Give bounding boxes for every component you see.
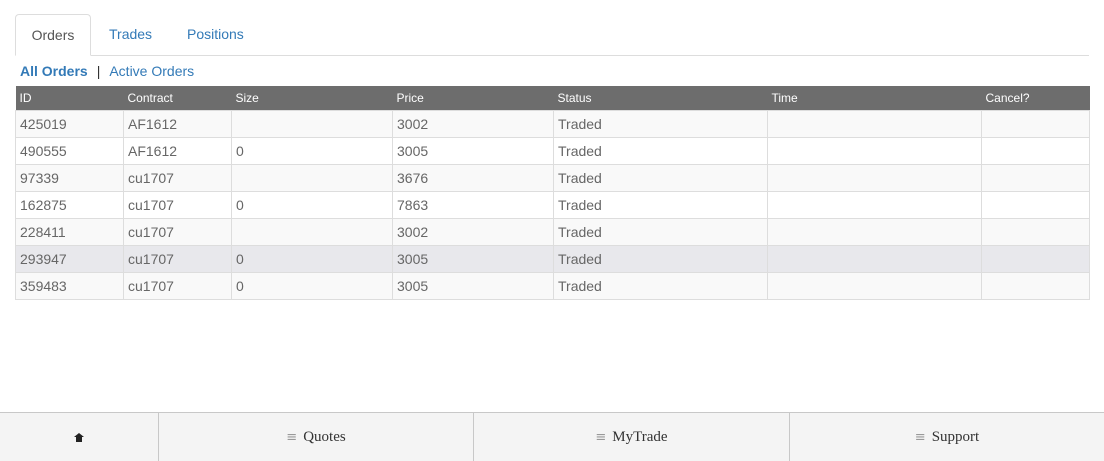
cell-cancel[interactable] [981,109,1090,138]
table-row[interactable]: 162875 cu1707 0 7863 Traded [15,190,1090,219]
cell-cancel[interactable] [981,136,1090,165]
cell-contract: cu1707 [123,217,232,246]
cell-time [767,163,982,192]
cell-time [767,190,982,219]
cell-contract: cu1707 [123,271,232,300]
tab-bar: Orders Trades Positions [15,14,1089,56]
cell-size: 0 [231,190,393,219]
cell-price: 3005 [392,136,554,165]
orders-app: Orders Trades Positions All Orders | Activ… [0,0,1104,461]
table-row[interactable]: 293947 cu1707 0 3005 Traded [15,244,1090,273]
cell-id: 293947 [15,244,124,273]
cell-status: Traded [553,190,768,219]
cell-contract: cu1707 [123,244,232,273]
table-row[interactable]: 359483 cu1707 0 3005 Traded [15,271,1090,300]
cell-contract: cu1707 [123,190,232,219]
cell-cancel[interactable] [981,163,1090,192]
nav-support-label: Support [931,428,980,445]
column-header-id: ID [15,86,124,110]
cell-price: 3676 [392,163,554,192]
column-header-time: Time [767,86,982,110]
cell-id: 228411 [15,217,124,246]
cell-price: 3005 [392,271,554,300]
cell-id: 162875 [15,190,124,219]
cell-size [231,163,393,192]
nav-mytrade-label: MyTrade [612,428,668,445]
cell-cancel[interactable] [981,244,1090,273]
column-header-size: Size [231,86,393,110]
table-header: ID Contract Size Price Status Time Cance… [15,86,1090,110]
cell-contract: AF1612 [123,136,232,165]
bottom-navbar: ≡ Quotes ≡ MyTrade ≡ Support [0,412,1104,461]
column-header-status: Status [553,86,768,110]
filter-separator: | [96,63,101,79]
cell-time [767,217,982,246]
cell-status: Traded [553,109,768,138]
cell-price: 3002 [392,109,554,138]
cell-contract: AF1612 [123,109,232,138]
tab-positions[interactable]: Positions [172,14,259,56]
cell-price: 3005 [392,244,554,273]
cell-status: Traded [553,244,768,273]
cell-size: 0 [231,244,393,273]
table-row[interactable]: 425019 AF1612 3002 Traded [15,109,1090,138]
table-row[interactable]: 97339 cu1707 3676 Traded [15,163,1090,192]
column-header-contract: Contract [123,86,232,110]
column-header-cancel: Cancel? [981,86,1090,110]
home-icon [74,432,84,442]
orders-table: ID Contract Size Price Status Time Cance… [15,86,1090,300]
cell-id: 425019 [15,109,124,138]
menu-icon: ≡ [286,429,298,445]
active-orders-link[interactable]: Active Orders [109,63,194,79]
nav-home-button[interactable] [0,413,159,461]
cell-price: 3002 [392,217,554,246]
cell-size [231,109,393,138]
table-row[interactable]: 228411 cu1707 3002 Traded [15,217,1090,246]
cell-id: 97339 [15,163,124,192]
cell-time [767,136,982,165]
cell-contract: cu1707 [123,163,232,192]
cell-size: 0 [231,271,393,300]
cell-time [767,244,982,273]
cell-cancel[interactable] [981,271,1090,300]
cell-id: 359483 [15,271,124,300]
tab-trades[interactable]: Trades [94,14,167,56]
menu-icon: ≡ [914,429,926,445]
cell-size: 0 [231,136,393,165]
cell-cancel[interactable] [981,190,1090,219]
table-body: 425019 AF1612 3002 Traded 490555 AF1612 0 3005 T… [15,109,1090,300]
cell-cancel[interactable] [981,217,1090,246]
tab-orders[interactable]: Orders [15,14,91,56]
order-filter: All Orders | Active Orders [20,62,194,80]
all-orders-link[interactable]: All Orders [20,63,88,79]
table-row[interactable]: 490555 AF1612 0 3005 Traded [15,136,1090,165]
nav-quotes-button[interactable]: ≡ Quotes [159,413,474,461]
cell-id: 490555 [15,136,124,165]
cell-size [231,217,393,246]
cell-status: Traded [553,271,768,300]
cell-status: Traded [553,136,768,165]
column-header-price: Price [392,86,554,110]
cell-time [767,109,982,138]
cell-status: Traded [553,163,768,192]
cell-price: 7863 [392,190,554,219]
cell-time [767,271,982,300]
cell-status: Traded [553,217,768,246]
nav-support-button[interactable]: ≡ Support [790,413,1104,461]
nav-quotes-label: Quotes [303,428,346,445]
nav-mytrade-button[interactable]: ≡ MyTrade [474,413,790,461]
menu-icon: ≡ [595,429,607,445]
